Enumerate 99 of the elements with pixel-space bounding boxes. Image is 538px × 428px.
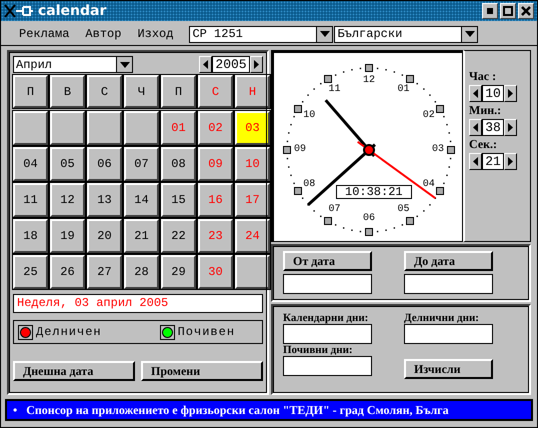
legend-label: Делничен [36,325,102,339]
clock-number: 02 [422,110,435,120]
left-arrow-icon [473,157,478,166]
maximize-icon [503,6,513,16]
day-cell[interactable]: 11 [13,183,48,217]
time-field[interactable]: 38 [482,119,504,136]
to-date-button[interactable]: До дата [404,251,493,271]
legend-label: Почивен [178,325,236,339]
day-cell[interactable]: 25 [13,255,48,289]
close-icon [521,6,531,16]
day-cell[interactable]: 12 [50,183,85,217]
field-label: Почивни дни: [283,344,354,356]
decrement-button[interactable] [469,119,482,136]
input-field[interactable] [404,274,493,294]
right-arrow-icon [508,89,513,98]
day-cell[interactable]: 07 [124,147,159,181]
empty-day-cell [124,111,159,145]
day-cell[interactable]: 05 [50,147,85,181]
window-title: calendar [38,3,106,19]
menu-item[interactable]: Изход [131,27,180,41]
clock-number: 07 [328,204,340,215]
menu-item[interactable]: Автор [79,27,128,41]
day-cell[interactable]: 29 [161,255,196,289]
clock-number: 12 [363,76,375,86]
menu-item[interactable]: Реклама [13,27,76,41]
input-field[interactable] [404,324,493,344]
day-cell[interactable]: 26 [50,255,85,289]
calculate-button[interactable]: Изчисли [404,359,493,379]
clock-number: 10 [303,110,316,120]
clock-number: 05 [398,204,410,215]
increment-button[interactable] [504,153,517,170]
weekday-header: П [13,75,48,108]
clock-number: 06 [363,214,375,224]
day-cell[interactable]: 18 [13,219,48,253]
day-cell[interactable]: 20 [87,219,122,253]
day-cell[interactable]: 03 [235,111,270,145]
language-dropdown[interactable]: Български [334,26,478,42]
left-arrow-icon [203,60,208,69]
day-cell[interactable]: 08 [161,147,196,181]
time-field[interactable]: 21 [482,153,504,170]
weekday-header: С [198,75,233,108]
empty-day-cell [50,111,85,145]
field-label: Календарни дни: [283,312,370,324]
empty-day-cell [235,255,270,289]
decrement-button[interactable] [469,153,482,170]
day-cell[interactable]: 04 [13,147,48,181]
left-arrow-icon [473,89,478,98]
year-field[interactable]: 2005 [212,56,250,73]
input-field[interactable] [283,274,372,294]
action-button[interactable]: Днешна дата [13,361,135,381]
close-button[interactable] [518,3,534,19]
minimize-button[interactable] [482,3,498,19]
action-button[interactable]: Промени [141,361,263,381]
day-cell[interactable]: 19 [50,219,85,253]
weekday-header: П [161,75,196,108]
marquee-text: • Спонсор на приложението е фризьорски салон "ТЕДИ" - град Смолян, Бълга [13,402,449,418]
previous-year-button[interactable] [199,56,212,73]
increment-button[interactable] [504,119,517,136]
month-dropdown[interactable]: Април [13,56,133,73]
clock-number: 01 [398,85,410,96]
weekday-header: Ч [124,75,159,108]
empty-day-cell [13,111,48,145]
input-field[interactable] [283,356,372,376]
day-cell[interactable]: 13 [87,183,122,217]
day-cell[interactable]: 21 [124,219,159,253]
right-arrow-icon [254,60,259,69]
time-field[interactable]: 10 [482,85,504,102]
clock-number: 11 [328,85,340,96]
right-arrow-icon [508,157,513,166]
clock-number: 08 [303,180,316,190]
time-label: Сек.: [469,137,498,152]
left-arrow-icon [473,123,478,132]
day-cell[interactable]: 22 [161,219,196,253]
clock-number: 03 [432,145,444,155]
minimize-icon [487,8,493,14]
weekday-header: В [50,75,85,108]
day-cell[interactable]: 15 [161,183,196,217]
digital-time: 10:38:21 [336,185,412,199]
from-date-button[interactable]: От дата [283,251,372,271]
time-label: Мин.: [469,103,502,118]
input-field[interactable] [283,324,372,344]
date-field: Неделя, 03 април 2005 [13,294,263,313]
encoding-dropdown[interactable]: CP 1251 [189,26,334,42]
weekday-header: С [87,75,122,108]
clock-number: 09 [294,145,306,155]
field-label: Делнични дни: [404,312,480,324]
weekday-header: Н [235,75,270,108]
right-arrow-icon [508,123,513,132]
next-year-button[interactable] [250,56,263,73]
day-cell[interactable]: 14 [124,183,159,217]
empty-day-cell [87,111,122,145]
day-cell[interactable]: 06 [87,147,122,181]
clock-number: 04 [422,180,435,190]
decrement-button[interactable] [469,85,482,102]
day-cell[interactable]: 28 [124,255,159,289]
day-cell[interactable]: 27 [87,255,122,289]
time-label: Час : [469,69,498,84]
maximize-button[interactable] [500,3,516,19]
increment-button[interactable] [504,85,517,102]
